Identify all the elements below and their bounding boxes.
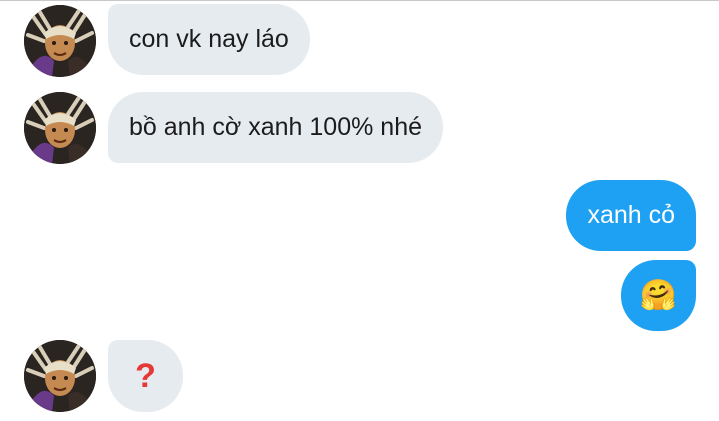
hugging-face-emoji-icon: 🤗	[639, 277, 678, 313]
message-bubble-incoming[interactable]: ?	[108, 340, 183, 412]
message-bubble-outgoing[interactable]: 🤗	[621, 260, 696, 331]
chat-thread: con vk nay láo bồ anh cờ xanh 100% nhé x…	[0, 0, 719, 421]
avatar-image	[24, 5, 96, 77]
avatar-image	[24, 340, 96, 412]
user-avatar-icon[interactable]	[24, 5, 96, 77]
user-avatar-icon[interactable]	[24, 92, 96, 164]
user-avatar-icon[interactable]	[24, 340, 96, 412]
message-bubble-incoming[interactable]: bồ anh cờ xanh 100% nhé	[108, 92, 444, 163]
message-bubble-incoming[interactable]: con vk nay láo	[108, 4, 310, 75]
message-text: con vk nay láo	[129, 25, 289, 53]
message-text: bồ anh cờ xanh 100% nhé	[129, 113, 423, 141]
avatar-image	[24, 92, 96, 164]
message-text: xanh cỏ	[587, 201, 675, 229]
question-mark-icon: ?	[135, 357, 156, 395]
message-bubble-outgoing[interactable]: xanh cỏ	[566, 180, 696, 251]
